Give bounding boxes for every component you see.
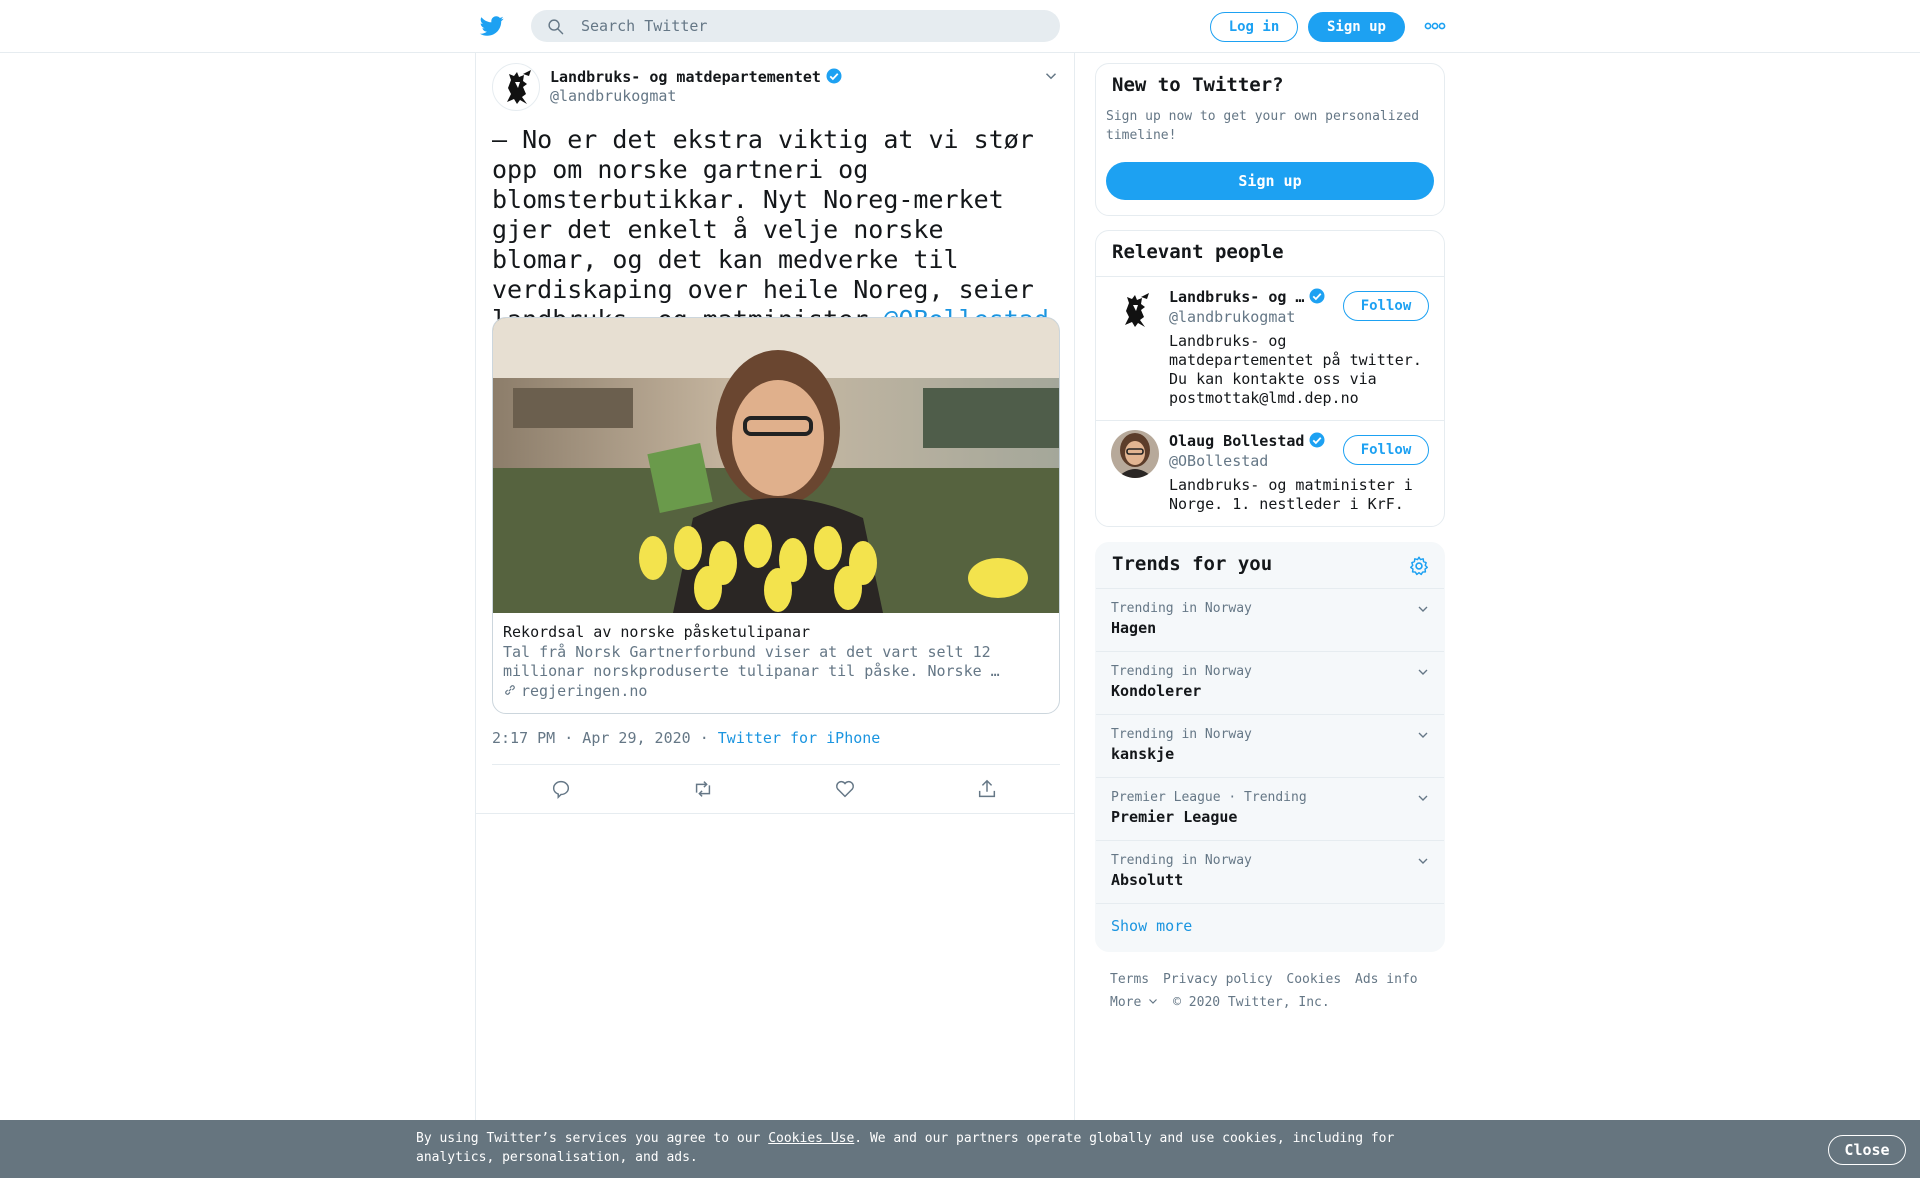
trend-item[interactable]: Premier League · Trending Premier League (1096, 777, 1444, 840)
sidebar-signup-button[interactable]: Sign up (1106, 162, 1434, 200)
person-name-text[interactable]: Landbruks- og … (1169, 288, 1304, 306)
person-handle[interactable]: @landbrukogmat (1169, 308, 1295, 326)
person-bio: Landbruks- og matdepartementet på twitte… (1169, 332, 1422, 407)
tweet-source[interactable]: Twitter for iPhone (718, 729, 881, 747)
tweet-timestamp[interactable]: 2:17 PM · Apr 29, 2020 (492, 729, 691, 747)
new-to-twitter-panel: New to Twitter? Sign up now to get your … (1095, 63, 1445, 216)
norway-lion-emblem-icon (1125, 293, 1149, 327)
signup-button[interactable]: Sign up (1308, 12, 1405, 42)
person-item[interactable]: Olaug Bollestad @OBollestad Follow Landb… (1096, 421, 1444, 526)
author-handle[interactable]: @landbrukogmat (550, 87, 676, 105)
person-item[interactable]: Landbruks- og … @landbrukogmat Follow La… (1096, 277, 1444, 420)
person-avatar[interactable] (1111, 430, 1159, 478)
trend-item[interactable]: Trending in Norway Kondolerer (1096, 651, 1444, 714)
more-icon[interactable] (1424, 19, 1446, 33)
reply-icon[interactable] (550, 778, 572, 800)
trend-name[interactable]: Premier League (1111, 808, 1237, 826)
trend-context: Premier League · Trending (1111, 790, 1307, 805)
login-button[interactable]: Log in (1210, 12, 1298, 42)
trend-item[interactable]: Trending in Norway kanskje (1096, 714, 1444, 777)
link-icon (505, 685, 515, 695)
author-avatar[interactable] (492, 63, 540, 111)
chevron-down-icon[interactable] (1415, 664, 1431, 680)
twitter-bird-icon[interactable] (478, 14, 506, 38)
search-icon (548, 19, 564, 35)
chevron-down-icon[interactable] (1042, 67, 1060, 85)
card-domain-text: regjeringen.no (521, 682, 648, 700)
retweet-icon[interactable] (692, 778, 714, 800)
verified-badge-icon (826, 68, 842, 84)
verified-badge-icon (1309, 288, 1325, 304)
main-column: Landbruks- og matdepartementet @landbruk… (475, 53, 1075, 1120)
relevant-people-panel: Relevant people Landbruks- og … @landbru… (1095, 230, 1445, 527)
trend-name[interactable]: Absolutt (1111, 871, 1183, 889)
share-icon[interactable] (976, 778, 998, 800)
person-bio: Landbruks- og matminister i Norge. 1. ne… (1169, 476, 1413, 513)
new-to-twitter-description: Sign up now to get your own personalized… (1106, 109, 1420, 143)
card-title: Rekordsal av norske påsketulipanar (503, 623, 811, 641)
footer-link-ads-info[interactable]: Ads info (1355, 972, 1418, 987)
card-description: Tal frå Norsk Gartnerforbund viser at de… (503, 643, 1000, 680)
cookies-use-link[interactable]: Cookies Use (768, 1131, 854, 1146)
chevron-down-icon[interactable] (1415, 601, 1431, 617)
link-preview-card[interactable]: Rekordsal av norske påsketulipanar Tal f… (492, 317, 1060, 714)
cookie-text-before: By using Twitter’s services you agree to… (416, 1131, 769, 1146)
trend-item[interactable]: Trending in Norway Absolutt (1096, 840, 1444, 903)
footer-link-terms[interactable]: Terms (1110, 972, 1149, 987)
footer-link-cookies[interactable]: Cookies (1286, 972, 1341, 987)
copyright: © 2020 Twitter, Inc. (1173, 995, 1330, 1010)
person-name-text[interactable]: Olaug Bollestad (1169, 432, 1304, 450)
search-input[interactable] (581, 10, 1041, 42)
trend-context: Trending in Norway (1111, 601, 1252, 616)
footer-second-row: More © 2020 Twitter, Inc. (1110, 991, 1440, 1014)
person-name[interactable]: Olaug Bollestad (1169, 431, 1326, 450)
author-name-text[interactable]: Landbruks- og matdepartementet (550, 68, 821, 86)
trend-name[interactable]: kanskje (1111, 745, 1174, 763)
author-name[interactable]: Landbruks- og matdepartementet (550, 67, 843, 86)
trend-context: Trending in Norway (1111, 853, 1252, 868)
trend-name[interactable]: Hagen (1111, 619, 1156, 637)
verified-badge-icon (1309, 432, 1325, 448)
tweet-detail: Landbruks- og matdepartementet @landbruk… (476, 53, 1074, 814)
follow-button[interactable]: Follow (1343, 435, 1429, 465)
show-more-link[interactable]: Show more (1111, 917, 1192, 935)
chevron-down-icon[interactable] (1415, 727, 1431, 743)
settings-gear-icon[interactable] (1408, 555, 1430, 577)
card-image (493, 318, 1059, 613)
trends-title: Trends for you (1112, 553, 1273, 575)
follow-button[interactable]: Follow (1343, 291, 1429, 321)
profile-photo-icon (1111, 430, 1159, 478)
like-icon[interactable] (834, 778, 856, 800)
tweet-text: – No er det ekstra viktig at vi stør opp… (492, 125, 1062, 335)
close-cookie-banner-button[interactable]: Close (1828, 1135, 1906, 1165)
person-name[interactable]: Landbruks- og … (1169, 287, 1326, 306)
top-navigation-bar: Log in Sign up (0, 0, 1920, 53)
cookie-text: By using Twitter’s services you agree to… (416, 1129, 1416, 1167)
relevant-people-title: Relevant people (1112, 241, 1284, 263)
tweet-meta: 2:17 PM · Apr 29, 2020 · Twitter for iPh… (492, 729, 880, 747)
norway-lion-emblem-icon (507, 70, 531, 104)
tweet-body: – No er det ekstra viktig at vi stør opp… (492, 125, 1034, 334)
footer-links-row: Terms Privacy policy Cookies Ads info (1110, 968, 1440, 991)
sidebar-footer: Terms Privacy policy Cookies Ads info Mo… (1110, 968, 1440, 1014)
footer-more-label[interactable]: More (1110, 995, 1141, 1010)
trend-context: Trending in Norway (1111, 727, 1252, 742)
footer-link-privacy[interactable]: Privacy policy (1163, 972, 1273, 987)
chevron-down-icon[interactable] (1415, 790, 1431, 806)
trend-item[interactable]: Trending in Norway Hagen (1096, 588, 1444, 651)
cookie-banner: By using Twitter’s services you agree to… (0, 1120, 1920, 1178)
person-handle[interactable]: @OBollestad (1169, 452, 1268, 470)
new-to-twitter-title: New to Twitter? (1112, 74, 1284, 96)
meta-separator: · (699, 729, 709, 747)
chevron-down-icon (1149, 999, 1158, 1004)
person-avatar[interactable] (1111, 287, 1159, 335)
trend-context: Trending in Norway (1111, 664, 1252, 679)
card-domain: regjeringen.no (503, 682, 647, 700)
search-box (531, 10, 1060, 42)
trends-panel: Trends for you Trending in Norway Hagen … (1095, 542, 1445, 952)
tweet-actions (492, 764, 1060, 813)
trend-name[interactable]: Kondolerer (1111, 682, 1201, 700)
footer-more-button[interactable]: More (1110, 995, 1159, 1010)
chevron-down-icon[interactable] (1415, 853, 1431, 869)
